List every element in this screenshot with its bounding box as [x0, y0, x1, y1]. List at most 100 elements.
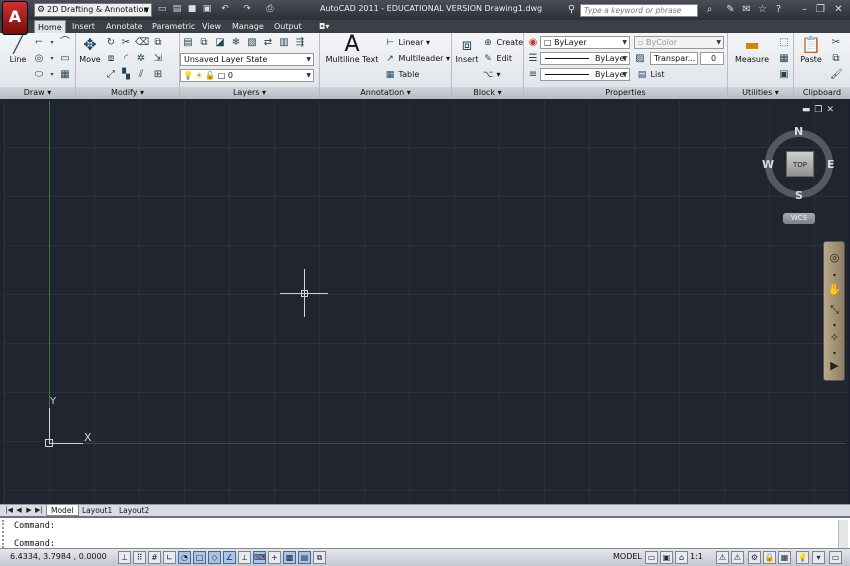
infer-constraints-icon[interactable]: ⊥ [118, 551, 131, 564]
subscription-icon[interactable]: ✎ [724, 3, 737, 16]
close-icon[interactable]: ✕ [832, 3, 845, 16]
stretch-icon[interactable]: ⇲ [152, 53, 164, 65]
next-layout-icon[interactable]: ▶ [25, 506, 33, 515]
annotation-panel-title[interactable]: Annotation ▾ [320, 87, 451, 99]
object-snap-icon[interactable]: □ [193, 551, 206, 564]
help-icon[interactable]: ? [772, 3, 785, 16]
model-space-toggle[interactable]: MODEL [613, 552, 642, 561]
open-icon[interactable]: ▤ [171, 3, 183, 15]
plot-style-combo[interactable]: ▫ ByColor ▼ [634, 36, 724, 49]
lineweight-icon[interactable]: ≡ [527, 69, 539, 81]
select-all-icon[interactable]: ▣ [778, 69, 790, 81]
utilities-panel-title[interactable]: Utilities ▾ [728, 87, 793, 99]
layer-merge-icon[interactable]: ⇶ [294, 37, 306, 49]
quick-select-icon[interactable]: ⬚ [778, 37, 790, 49]
selection-cycling-icon[interactable]: ⧉ [313, 551, 326, 564]
coordinates-display[interactable]: 6.4334, 3.7984 , 0.0000 [10, 552, 107, 561]
isolate-objects-icon[interactable]: 💡 [796, 551, 809, 564]
hardware-accel-icon[interactable]: ▦ [778, 551, 791, 564]
rectangle-icon[interactable]: ▭ [59, 53, 71, 65]
chevron-down-icon[interactable]: ▾ [46, 69, 58, 81]
layers-panel-title[interactable]: Layers ▾ [180, 87, 319, 99]
status-menu-icon[interactable]: ▾ [812, 551, 825, 564]
tab-model[interactable]: Model [46, 505, 79, 516]
redo-icon[interactable]: ↷ [241, 3, 253, 15]
edit-button[interactable]: ✎ Edit [482, 53, 512, 65]
minimize-icon[interactable]: – [798, 3, 811, 16]
draw-panel-title[interactable]: Draw ▾ [0, 87, 75, 99]
showmotion-icon[interactable]: ▶ [827, 358, 842, 373]
array-icon[interactable]: ▚ [120, 69, 132, 81]
workspace-dropdown[interactable]: ⚙ 2D Drafting & Annotation ▼ [34, 3, 152, 17]
steeringwheel-icon[interactable]: ◎ [827, 250, 842, 265]
transparency-combo[interactable]: Transpar... [650, 52, 698, 65]
layer-isolate-icon[interactable]: ⧉ [198, 37, 210, 49]
calculator-icon[interactable]: ▦ [778, 53, 790, 65]
multileader-button[interactable]: ↗ Multileader ▾ [384, 53, 450, 65]
create-button[interactable]: ⊕ Create [482, 37, 523, 49]
fillet-icon[interactable]: ◜ [120, 53, 132, 65]
restore-icon[interactable]: ❐ [814, 3, 827, 16]
compass-south[interactable]: S [795, 189, 803, 202]
color-combo[interactable]: □ ByLayer ▼ [540, 36, 630, 49]
table-button[interactable]: ▦ Table [384, 69, 420, 81]
undo-icon[interactable]: ↶ [219, 3, 231, 15]
compass-east[interactable]: E [827, 158, 835, 171]
measure-button[interactable]: ▬ Measure [732, 35, 772, 64]
multiline-text-button[interactable]: A Multiline Text [324, 34, 380, 65]
tab-parametric[interactable]: Parametric [149, 20, 198, 33]
scale-icon[interactable]: ⤢ [105, 69, 117, 81]
drawing-canvas[interactable]: ▬❐✕ Y X N S E W TOP WCS ◎ ▾ ✋ ⤡ ▾ ✧ ▾ ▶ [3, 101, 848, 504]
line-button[interactable]: ╱ Line [4, 35, 32, 64]
prev-layout-icon[interactable]: ◀ [15, 506, 23, 515]
transparency-value[interactable]: 0 [700, 52, 724, 65]
viewcube-top-face[interactable]: TOP [786, 151, 814, 177]
quick-view-layouts-icon[interactable]: ▭ [645, 551, 658, 564]
tab-output[interactable]: Output [271, 20, 305, 33]
insert-button[interactable]: ⧈ Insert [454, 35, 480, 64]
block-panel-title[interactable]: Block ▾ [452, 87, 523, 99]
lineweight-combo[interactable]: ByLayer ▼ [540, 68, 630, 81]
copy-clip-icon[interactable]: ⧉ [830, 53, 842, 65]
viewport-controls[interactable]: ▬❐✕ [802, 105, 838, 115]
clean-screen-icon[interactable]: ▭ [829, 551, 842, 564]
chevron-down-icon[interactable]: ▾ [827, 268, 842, 283]
new-icon[interactable]: ▭ [156, 3, 168, 15]
transparency-toggle-icon[interactable]: ▩ [283, 551, 296, 564]
compass-north[interactable]: N [794, 125, 803, 138]
communication-icon[interactable]: ✉ [740, 3, 753, 16]
mirror-icon[interactable]: ⧈ [105, 53, 117, 65]
tab-layout1[interactable]: Layout1 [78, 505, 116, 516]
chevron-down-icon[interactable]: ▾ [46, 53, 58, 65]
lineweight-toggle-icon[interactable]: + [268, 551, 281, 564]
layer-walk-icon[interactable]: ▥ [278, 37, 290, 49]
join-icon[interactable]: ⊞ [152, 69, 164, 81]
ellipse-icon[interactable]: ⬭ [33, 69, 45, 81]
orbit-icon[interactable]: ✧ [827, 330, 842, 345]
annotation-scale-value[interactable]: 1:1 [690, 552, 703, 561]
paste-button[interactable]: 📋 Paste [798, 35, 824, 64]
erase-icon[interactable]: ⌫ [135, 37, 149, 49]
layer-lock-icon[interactable]: ▧ [246, 37, 258, 49]
copy-icon[interactable]: ⧉ [152, 37, 164, 49]
layer-state-combo[interactable]: Unsaved Layer State ▼ [180, 53, 314, 66]
zoom-icon[interactable]: ⤡ [827, 302, 842, 317]
dynamic-input-icon[interactable]: ⌨ [253, 551, 266, 564]
ortho-mode-icon[interactable]: ∟ [163, 551, 176, 564]
circle-icon[interactable]: ◎ [33, 53, 45, 65]
layer-combo[interactable]: 💡 ☀ 🔓 □ 0 ▼ [180, 69, 314, 82]
grid-display-icon[interactable]: # [148, 551, 161, 564]
object-snap-tracking-icon[interactable]: ∠ [223, 551, 236, 564]
chevron-down-icon[interactable]: ▾ [46, 37, 58, 49]
linetype-combo[interactable]: ByLayer ▼ [540, 52, 630, 65]
annotation-visibility-icon[interactable]: ⚠ [716, 551, 729, 564]
transparency-icon[interactable]: ▨ [634, 53, 646, 65]
last-layout-icon[interactable]: ▶| [35, 506, 43, 515]
application-menu-button[interactable]: A [2, 1, 28, 35]
cut-icon[interactable]: ✂ [830, 37, 842, 49]
ucs-toggle-icon[interactable]: ⟂ [238, 551, 251, 564]
attribute-button[interactable]: ⌥ ▾ [482, 69, 501, 81]
polyline-icon[interactable]: ⌐ [33, 37, 45, 49]
wcs-menu[interactable]: WCS [783, 213, 815, 224]
search-input[interactable]: Type a keyword or phrase [580, 4, 698, 17]
